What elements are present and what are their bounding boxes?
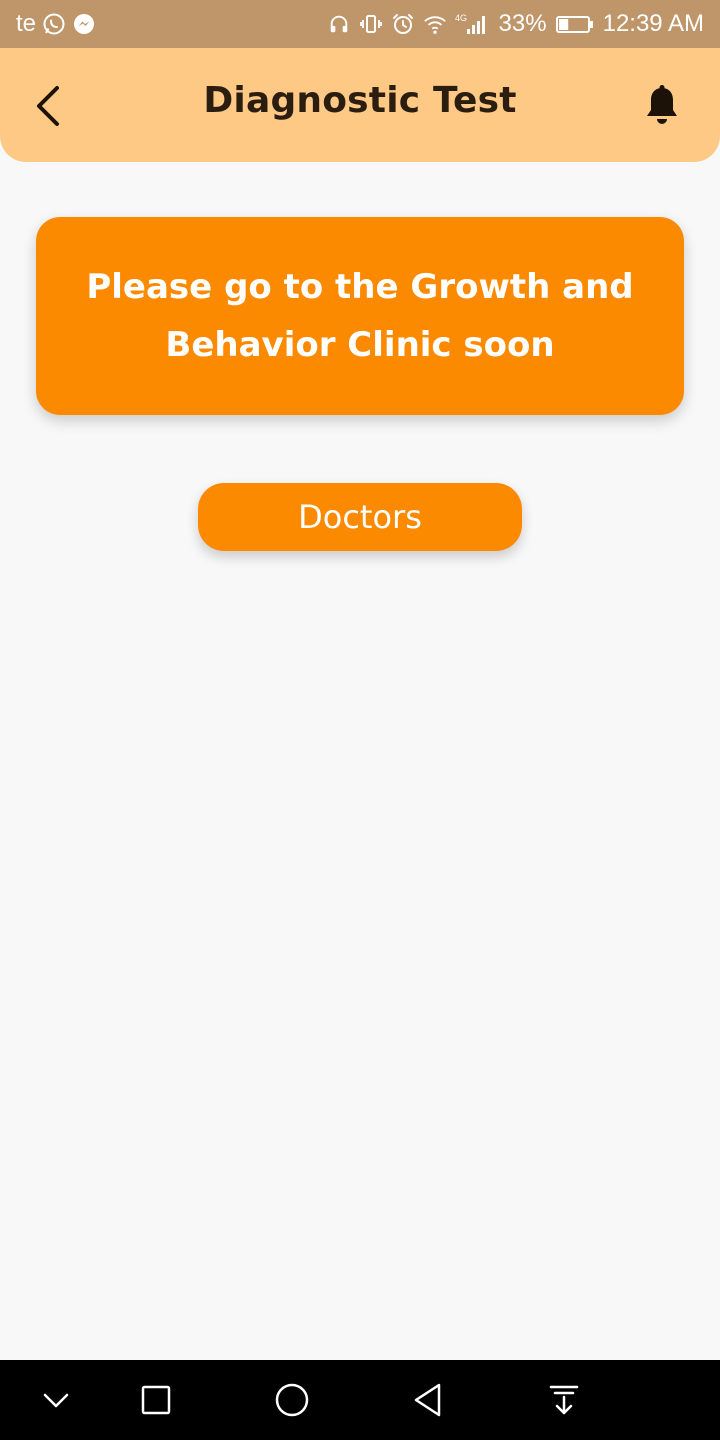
wifi-icon	[423, 12, 447, 36]
recents-button[interactable]	[132, 1376, 180, 1424]
status-bar-right: 4G 33% 12:39 AM	[327, 0, 704, 48]
navigation-bar	[0, 1360, 720, 1440]
carrier-label: te	[16, 10, 37, 37]
page-title: Diagnostic Test	[203, 80, 517, 121]
battery-percent: 33%	[498, 10, 547, 37]
battery-icon	[555, 12, 595, 36]
message-card: Please go to the Growth and Behavior Cli…	[36, 217, 684, 415]
notification-pull-down-button[interactable]	[540, 1376, 588, 1424]
network-type-label: 4G	[455, 13, 467, 23]
notifications-button[interactable]	[640, 82, 684, 130]
chevron-down-icon	[43, 1393, 69, 1408]
app-header: Diagnostic Test	[0, 48, 720, 162]
whatsapp-icon	[42, 12, 66, 36]
nav-back-button[interactable]	[404, 1376, 452, 1424]
signal-icon: 4G	[455, 12, 491, 36]
hide-nav-button[interactable]	[32, 1376, 80, 1424]
home-button[interactable]	[268, 1376, 316, 1424]
home-circle-icon	[275, 1383, 309, 1417]
alarm-icon	[391, 12, 415, 36]
status-bar: te 4G 33% 12:39 AM	[0, 0, 720, 48]
message-text: Please go to the Growth and Behavior Cli…	[86, 267, 634, 365]
headphones-icon	[327, 12, 351, 36]
messenger-icon	[72, 12, 96, 36]
recents-square-icon	[141, 1385, 171, 1415]
back-triangle-icon	[414, 1383, 441, 1417]
vibrate-icon	[359, 12, 383, 36]
bell-icon	[647, 85, 677, 124]
clock: 12:39 AM	[602, 10, 704, 37]
status-bar-left: te	[16, 0, 96, 48]
doctors-button[interactable]: Doctors	[198, 483, 522, 551]
notification-pull-down-icon	[549, 1385, 579, 1415]
battery-fill	[558, 19, 568, 30]
